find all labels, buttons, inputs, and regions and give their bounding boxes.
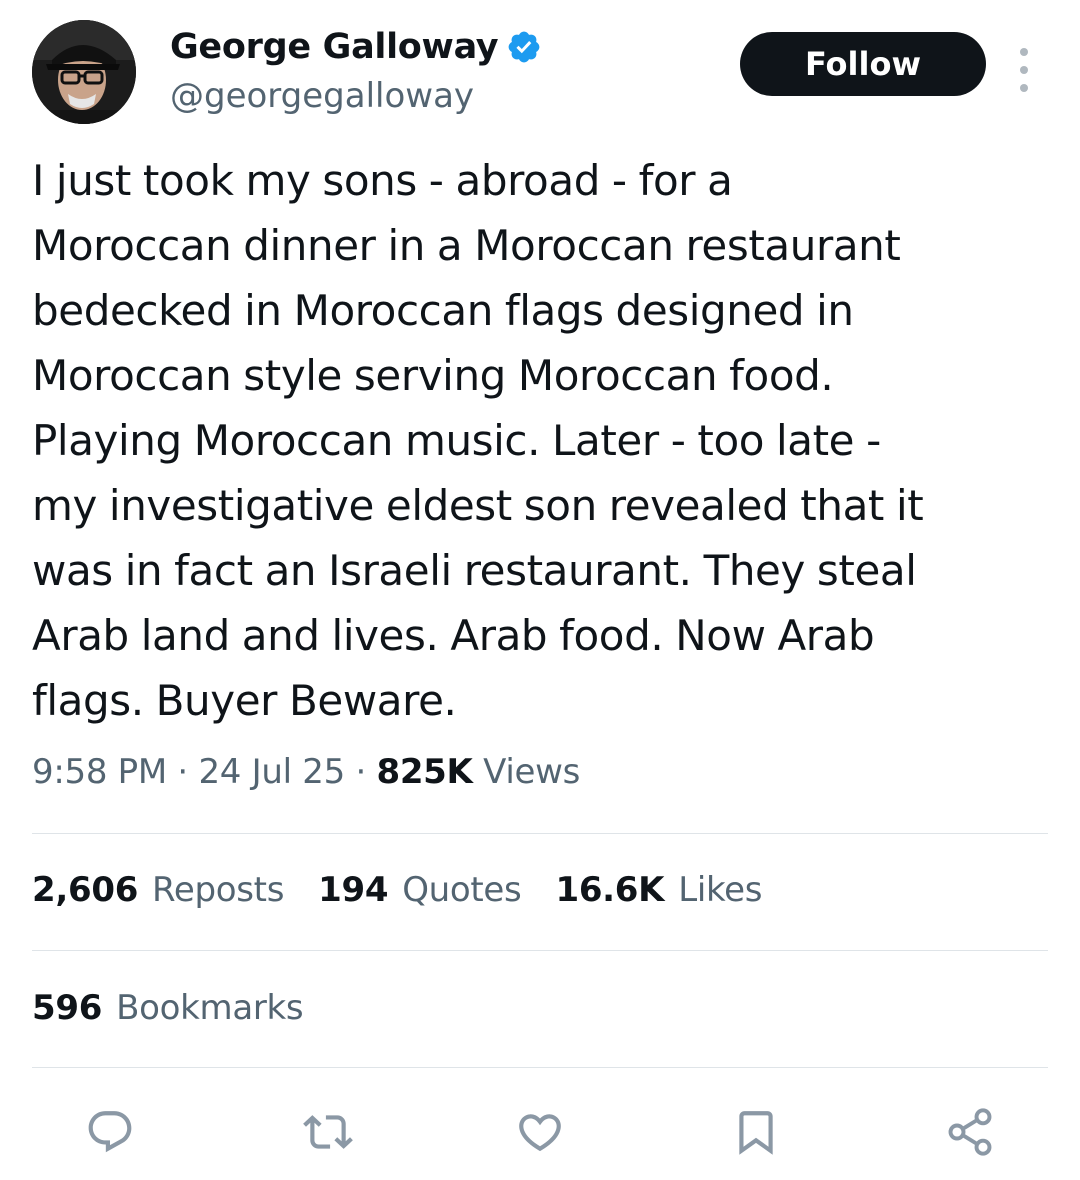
avatar[interactable]: [32, 20, 136, 124]
tweet-text: I just took my sons - abroad - for a Mor…: [32, 156, 924, 725]
bookmarks-label: Bookmarks: [116, 988, 304, 1028]
more-options-icon[interactable]: [1012, 48, 1036, 92]
display-name-row: George Galloway: [170, 22, 542, 72]
quotes-label: Quotes: [402, 870, 522, 910]
tweet-date[interactable]: 24 Jul 25: [198, 752, 345, 792]
share-icon: [948, 1108, 992, 1156]
bookmark-button[interactable]: [728, 1104, 784, 1160]
like-icon: [519, 1114, 561, 1152]
like-button[interactable]: [512, 1104, 568, 1160]
tweet-actions: [0, 1104, 1080, 1160]
divider: [32, 1067, 1048, 1068]
quotes-stat[interactable]: 194 Quotes: [318, 870, 522, 910]
quotes-count: 194: [318, 870, 389, 910]
user-handle[interactable]: @georgegalloway: [170, 76, 542, 116]
likes-count: 16.6K: [555, 870, 665, 910]
reposts-stat[interactable]: 2,606 Reposts: [32, 870, 284, 910]
engagement-stats: 2,606 Reposts 194 Quotes 16.6K Likes: [32, 870, 796, 910]
meta-separator: ·: [355, 752, 366, 792]
reply-button[interactable]: [82, 1104, 138, 1160]
tweet-time[interactable]: 9:58 PM: [32, 752, 167, 792]
more-dot: [1020, 84, 1028, 92]
divider: [32, 833, 1048, 834]
meta-separator: ·: [177, 752, 188, 792]
bookmark-icon: [739, 1111, 773, 1155]
likes-stat[interactable]: 16.6K Likes: [555, 870, 762, 910]
follow-button[interactable]: Follow: [740, 32, 986, 96]
avatar-image: [32, 20, 136, 124]
repost-button[interactable]: [300, 1104, 356, 1160]
more-dot: [1020, 66, 1028, 74]
divider: [32, 950, 1048, 951]
bookmarks-count: 596: [32, 988, 103, 1028]
repost-icon: [303, 1115, 353, 1149]
tweet-header: George Galloway @georgegalloway Follow: [32, 20, 1048, 126]
verified-badge-icon: [506, 29, 542, 65]
reposts-count: 2,606: [32, 870, 139, 910]
bookmarks-stat[interactable]: 596 Bookmarks: [32, 988, 304, 1028]
reposts-label: Reposts: [152, 870, 285, 910]
display-name[interactable]: George Galloway: [170, 27, 499, 67]
views-count: 825K: [376, 752, 473, 792]
likes-label: Likes: [678, 870, 763, 910]
tweet-meta: 9:58 PM · 24 Jul 25 · 825K Views: [32, 752, 580, 792]
views-label: Views: [483, 752, 581, 792]
more-dot: [1020, 48, 1028, 56]
name-block: George Galloway @georgegalloway: [170, 22, 542, 116]
reply-icon: [88, 1111, 132, 1153]
share-button[interactable]: [942, 1104, 998, 1160]
